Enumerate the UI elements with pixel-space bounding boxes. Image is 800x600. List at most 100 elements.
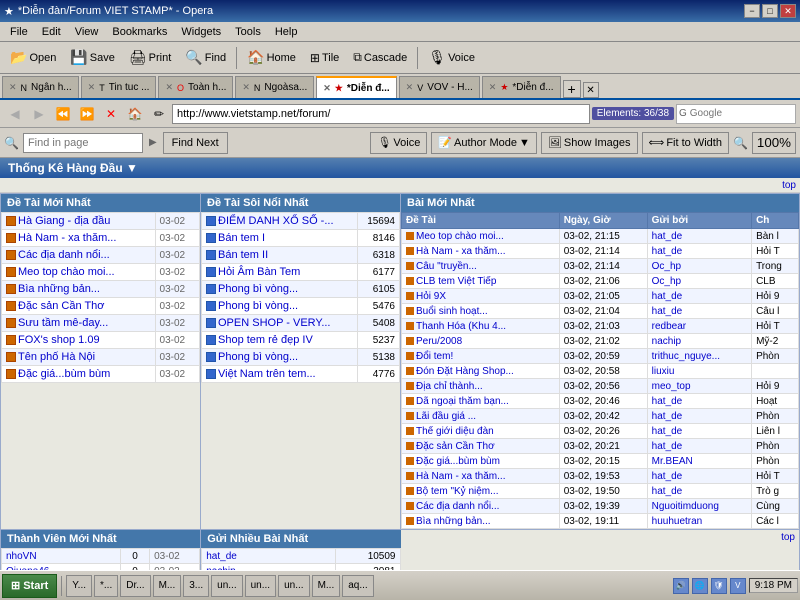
cascade-button[interactable]: ⧉ Cascade xyxy=(347,45,413,71)
post-link[interactable]: Địa chỉ thành... xyxy=(416,381,483,392)
post-link[interactable]: Hà Nam - xa thăm... xyxy=(416,246,505,257)
close-tab-x-button[interactable]: ✕ xyxy=(583,82,599,98)
voice-button[interactable]: 🎙 Voice xyxy=(370,132,427,154)
home-nav-button[interactable]: 🏠 xyxy=(124,103,146,125)
tab-4-close[interactable]: ✕ xyxy=(323,83,331,94)
new-topic-link[interactable]: Hà Giang - địa đầu xyxy=(18,215,110,227)
fast-forward-button[interactable]: ⏩ xyxy=(76,103,98,125)
forum-wrapper[interactable]: Thống Kê Hàng Đầu ▼ top Đề Tài Mới Nhất … xyxy=(0,158,800,570)
taskbar-btn-3[interactable]: M... xyxy=(153,575,182,597)
tab-5-close[interactable]: ✕ xyxy=(406,82,414,93)
tab-6-close[interactable]: ✕ xyxy=(489,82,497,93)
author-mode-button[interactable]: 📝 Author Mode ▼ xyxy=(431,132,537,154)
post-link[interactable]: Buổi sinh hoạt... xyxy=(416,306,488,317)
voice-toolbar-button[interactable]: 🎙 Voice xyxy=(422,45,481,71)
save-button[interactable]: 💾 Save xyxy=(64,45,121,71)
tab-1[interactable]: ✕ T Tin tuc ... xyxy=(81,76,157,98)
menu-view[interactable]: View xyxy=(69,24,105,40)
hot-topic-link[interactable]: Phong bì vòng... xyxy=(218,300,298,312)
hot-topic-link[interactable]: Phong bì vòng... xyxy=(218,351,298,363)
start-button[interactable]: ⊞ Start xyxy=(2,574,57,598)
menu-tools[interactable]: Tools xyxy=(229,24,267,40)
new-topic-link[interactable]: FOX's shop 1.09 xyxy=(18,334,100,346)
taskbar-btn-5[interactable]: un... xyxy=(211,575,242,597)
show-images-button[interactable]: 🖼 Show Images xyxy=(541,132,638,154)
post-link[interactable]: Hà Nam - xa thăm... xyxy=(416,471,505,482)
forward-button[interactable]: ▶ xyxy=(28,103,50,125)
new-topic-link[interactable]: Đặc sản Cần Thơ xyxy=(18,300,105,312)
taskbar-btn-1[interactable]: *... xyxy=(94,575,118,597)
minimize-button[interactable]: − xyxy=(744,4,760,18)
home-button[interactable]: 🏠 Home xyxy=(241,45,302,71)
new-tab-button[interactable]: + xyxy=(563,80,581,98)
hot-topic-link[interactable]: OPEN SHOP - VERY... xyxy=(218,317,331,329)
tile-button[interactable]: ⊞ Tile xyxy=(304,45,345,71)
zoom-level[interactable]: 100% xyxy=(752,132,796,154)
back-button[interactable]: ◀ xyxy=(4,103,26,125)
post-link[interactable]: Hỏi 9X xyxy=(416,291,446,302)
close-button[interactable]: ✕ xyxy=(780,4,796,18)
post-link[interactable]: Peru/2008 xyxy=(416,336,462,347)
security-icon[interactable]: 🛡 xyxy=(711,578,727,594)
tab-5[interactable]: ✕ V VOV - H... xyxy=(399,76,480,98)
tab-6[interactable]: ✕ ★ *Diễn đ... xyxy=(482,76,561,98)
tab-3[interactable]: ✕ N Ngoàsa... xyxy=(235,76,314,98)
post-link[interactable]: Đặc giá...bùm bùm xyxy=(416,456,500,467)
taskbar-btn-9[interactable]: aq... xyxy=(342,575,373,597)
post-link[interactable]: Các địa danh nổi... xyxy=(416,501,499,512)
tab-1-close[interactable]: ✕ xyxy=(88,82,96,93)
fit-to-width-button[interactable]: ⟺ Fit to Width xyxy=(642,132,729,154)
member-link[interactable]: nhoVN xyxy=(6,551,37,562)
google-search-box[interactable]: G xyxy=(676,104,796,124)
taskbar-btn-8[interactable]: M... xyxy=(312,575,341,597)
taskbar-btn-4[interactable]: 3... xyxy=(183,575,209,597)
antivirus-icon[interactable]: V xyxy=(730,578,746,594)
post-link[interactable]: Thế giới diệu đàn xyxy=(416,426,494,437)
top-link-top[interactable]: top xyxy=(782,180,796,191)
hot-topic-link[interactable]: Việt Nam trên tem... xyxy=(218,368,316,380)
hot-topic-link[interactable]: ĐIỂM DANH XỔ SỐ -... xyxy=(218,215,334,227)
rewind-button[interactable]: ⏪ xyxy=(52,103,74,125)
top-link-bottom[interactable]: top xyxy=(781,532,795,543)
maximize-button[interactable]: □ xyxy=(762,4,778,18)
post-link[interactable]: CLB tem Việt Tiếp xyxy=(416,276,496,287)
url-input[interactable] xyxy=(172,104,590,124)
edit-button[interactable]: ✏ xyxy=(148,103,170,125)
google-input[interactable] xyxy=(687,108,777,119)
tab-0-close[interactable]: ✕ xyxy=(9,82,17,93)
print-button[interactable]: 🖨 Print xyxy=(123,45,177,71)
tab-3-close[interactable]: ✕ xyxy=(242,82,250,93)
taskbar-btn-6[interactable]: un... xyxy=(245,575,276,597)
tab-0[interactable]: ✕ N Ngân h... xyxy=(2,76,79,98)
taskbar-btn-7[interactable]: un... xyxy=(278,575,309,597)
post-link[interactable]: Câu "truyền... xyxy=(416,261,477,272)
hot-topic-link[interactable]: Bán tem I xyxy=(218,232,265,244)
post-link[interactable]: Dã ngoại thăm bạn... xyxy=(416,396,509,407)
post-link[interactable]: Thanh Hóa (Khu 4... xyxy=(416,321,506,332)
new-topic-link[interactable]: Đặc giá...bùm bùm xyxy=(18,368,110,380)
new-topic-link[interactable]: Các địa danh nổi... xyxy=(18,249,110,261)
find-input[interactable] xyxy=(23,133,143,153)
menu-widgets[interactable]: Widgets xyxy=(175,24,227,40)
hot-topic-link[interactable]: Shop tem rẻ đẹp IV xyxy=(218,334,313,346)
find-next-button[interactable]: Find Next xyxy=(163,132,228,154)
post-link[interactable]: Bìa những bản... xyxy=(416,516,491,527)
menu-bookmarks[interactable]: Bookmarks xyxy=(106,24,173,40)
tab-4-active[interactable]: ✕ ★ *Diễn đ... xyxy=(316,76,396,98)
find-button[interactable]: 🔍 Find xyxy=(179,45,232,71)
post-link[interactable]: Bộ tem "Kỷ niệm... xyxy=(416,486,498,497)
tab-2-close[interactable]: ✕ xyxy=(165,82,173,93)
post-link[interactable]: Đặc sản Cần Thơ xyxy=(416,441,495,452)
volume-icon[interactable]: 🔊 xyxy=(673,578,689,594)
tab-2[interactable]: ✕ O Toàn h... xyxy=(158,76,233,98)
new-topic-link[interactable]: Hà Nam - xa thăm... xyxy=(18,232,116,244)
poster-link[interactable]: hat_de xyxy=(206,551,237,562)
new-topic-link[interactable]: Sưu tầm mê-đay... xyxy=(18,317,108,329)
post-link[interactable]: Đổi tem! xyxy=(416,351,453,362)
post-link[interactable]: Đón Đặt Hàng Shop... xyxy=(416,366,514,377)
author-mode-dropdown[interactable]: 📝 Author Mode ▼ xyxy=(431,132,537,154)
hot-topic-link[interactable]: Hỏi Âm Bàn Tem xyxy=(218,266,300,278)
post-link[interactable]: Lãi đầu giá ... xyxy=(416,411,476,422)
open-button[interactable]: 📂 Open xyxy=(4,45,62,71)
taskbar-btn-0[interactable]: Y... xyxy=(66,575,92,597)
